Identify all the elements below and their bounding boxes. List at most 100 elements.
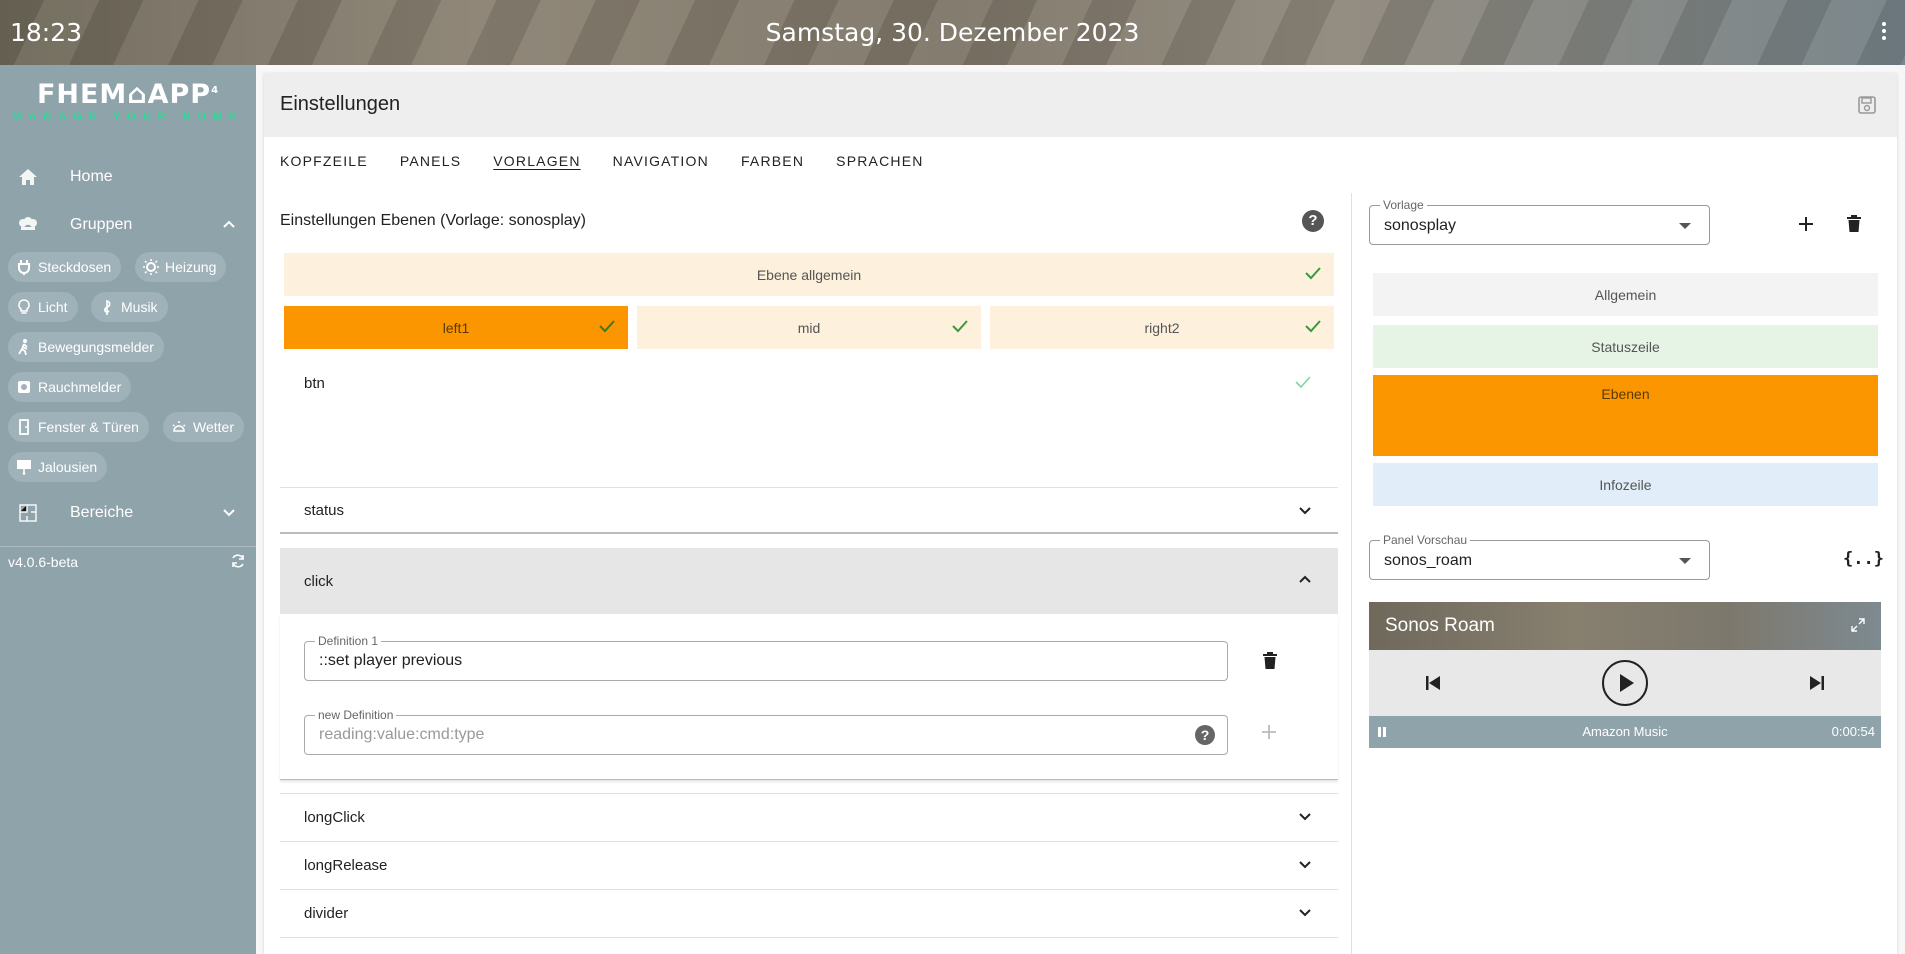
app-version: v4.0.6-beta — [8, 554, 79, 570]
smoke-detector-icon — [16, 379, 32, 395]
check-icon — [951, 318, 969, 337]
logo-version-sup: 4 — [211, 85, 220, 96]
chip-rauchmelder[interactable]: Rauchmelder — [8, 372, 132, 402]
template-select[interactable]: Vorlage sonosplay — [1369, 198, 1710, 245]
tab-kopfzeile[interactable]: KOPFZEILE — [264, 137, 384, 185]
sidebar-item-label: Home — [70, 168, 113, 185]
field-placeholder: reading:value:cmd:type — [319, 726, 485, 743]
chevron-up-icon[interactable] — [222, 217, 236, 236]
card-header: Einstellungen — [264, 73, 1897, 137]
new-definition-field[interactable]: new Definition reading:value:cmd:type ? — [304, 708, 1228, 755]
level-column-right2[interactable]: right2 — [990, 306, 1334, 349]
accordion-label: btn — [304, 374, 325, 392]
tab-farben[interactable]: FARBEN — [725, 137, 820, 185]
accordion-label: longClick — [304, 809, 365, 826]
chip-label: Steckdosen — [38, 259, 112, 275]
section-statuszeile-button[interactable]: Statuszeile — [1373, 325, 1878, 368]
sidebar-item-home[interactable]: Home — [0, 157, 256, 197]
select-label: Vorlage — [1380, 198, 1427, 212]
play-button[interactable] — [1601, 659, 1649, 712]
chevron-down-icon[interactable] — [222, 505, 236, 524]
chip-steckdosen[interactable]: Steckdosen — [8, 252, 122, 282]
accordion-longclick[interactable]: longClick — [280, 793, 1338, 841]
skip-next-icon[interactable] — [1809, 675, 1825, 696]
accordion-click[interactable]: click — [280, 548, 1338, 614]
panel-preview-select[interactable]: Panel Vorschau sonos_roam — [1369, 533, 1710, 580]
sidebar-item-label: Bereiche — [70, 504, 134, 521]
chip-bewegungsmelder[interactable]: Bewegungsmelder — [8, 332, 164, 362]
lightbulb-icon — [16, 299, 32, 315]
field-label: new Definition — [315, 708, 397, 722]
section-ebenen-button[interactable]: Ebenen — [1373, 375, 1878, 456]
tab-panels[interactable]: PANELS — [384, 137, 477, 185]
chevron-down-icon — [1298, 857, 1312, 875]
more-menu-icon[interactable] — [1881, 22, 1887, 42]
help-icon[interactable]: ? — [1195, 725, 1215, 745]
page-title: Einstellungen — [280, 93, 401, 115]
chip-musik[interactable]: Musik — [91, 292, 168, 322]
sidebar-item-groups[interactable]: Gruppen — [0, 205, 256, 245]
accordion-btn[interactable]: btn — [280, 359, 1338, 407]
add-icon[interactable] — [1261, 719, 1277, 747]
accordion-status[interactable]: status — [280, 487, 1338, 533]
divider — [280, 532, 1338, 534]
json-icon[interactable]: {..} — [1843, 549, 1884, 569]
tab-navigation[interactable]: NAVIGATION — [597, 137, 725, 185]
chip-label: Heizung — [165, 259, 217, 275]
accordion-size[interactable]: size — [280, 937, 1338, 954]
sidebar-divider — [0, 546, 256, 547]
chip-fenster-tueren[interactable]: Fenster & Türen — [8, 412, 149, 442]
accordion-label: divider — [304, 905, 349, 922]
sync-icon[interactable] — [230, 553, 246, 574]
check-icon — [1294, 374, 1312, 394]
save-icon[interactable] — [1857, 95, 1877, 120]
skip-previous-icon[interactable] — [1425, 675, 1441, 696]
level-general-button[interactable]: Ebene allgemein — [284, 253, 1334, 296]
check-icon — [1304, 265, 1322, 284]
settings-tabs: KOPFZEILE PANELS VORLAGEN NAVIGATION FAR… — [264, 137, 940, 185]
chevron-up-icon — [1298, 572, 1312, 590]
section-allgemein-button[interactable]: Allgemein — [1373, 273, 1878, 316]
tab-vorlagen[interactable]: VORLAGEN — [477, 137, 596, 185]
level-general-label: Ebene allgemein — [756, 266, 862, 283]
chip-label: Musik — [121, 299, 158, 315]
add-template-icon[interactable] — [1798, 216, 1814, 237]
chip-licht[interactable]: Licht — [8, 292, 78, 322]
header-date: Samstag, 30. Dezember 2023 — [765, 18, 1140, 47]
definition-1-field[interactable]: Definition 1 ::set player previous — [304, 634, 1228, 681]
expand-icon[interactable] — [1851, 618, 1865, 637]
music-clef-icon — [99, 299, 115, 315]
delete-template-icon[interactable] — [1846, 215, 1862, 238]
levels-pane: Einstellungen Ebenen (Vorlage: sonosplay… — [280, 193, 1338, 954]
accordion-divider[interactable]: divider — [280, 889, 1338, 937]
check-icon — [598, 318, 616, 337]
check-icon — [1304, 318, 1322, 337]
dropdown-arrow-icon — [1679, 558, 1691, 564]
door-icon — [16, 419, 32, 435]
tab-sprachen[interactable]: SPRACHEN — [820, 137, 939, 185]
select-label: Panel Vorschau — [1380, 533, 1471, 547]
chip-label: Bewegungsmelder — [38, 339, 154, 355]
accordion-longrelease[interactable]: longRelease — [280, 841, 1338, 889]
sidebar-item-areas[interactable]: Bereiche — [0, 493, 256, 533]
preview-header: Sonos Roam — [1369, 602, 1881, 650]
field-value: ::set player previous — [319, 652, 463, 669]
preview-title: Sonos Roam — [1385, 615, 1495, 636]
level-column-mid[interactable]: mid — [637, 306, 981, 349]
section-infozeile-button[interactable]: Infozeile — [1373, 463, 1878, 506]
delete-icon[interactable] — [1262, 652, 1278, 675]
chip-heizung[interactable]: Heizung — [135, 252, 227, 282]
section-label: Statuszeile — [1591, 338, 1660, 355]
section-label: Infozeile — [1599, 476, 1652, 493]
preview-footer: Amazon Music 0:00:54 — [1369, 716, 1881, 748]
section-label: Allgemein — [1594, 286, 1657, 303]
level-column-left1[interactable]: left1 — [284, 306, 628, 349]
accordion-label: longRelease — [304, 857, 388, 874]
heating-icon — [143, 259, 159, 275]
help-icon[interactable]: ? — [1302, 210, 1324, 232]
chip-wetter[interactable]: Wetter — [163, 412, 244, 442]
floorplan-icon — [16, 503, 40, 523]
accordion-label: status — [304, 502, 345, 519]
chip-jalousien[interactable]: Jalousien — [8, 452, 108, 482]
chevron-down-icon — [1298, 503, 1312, 521]
